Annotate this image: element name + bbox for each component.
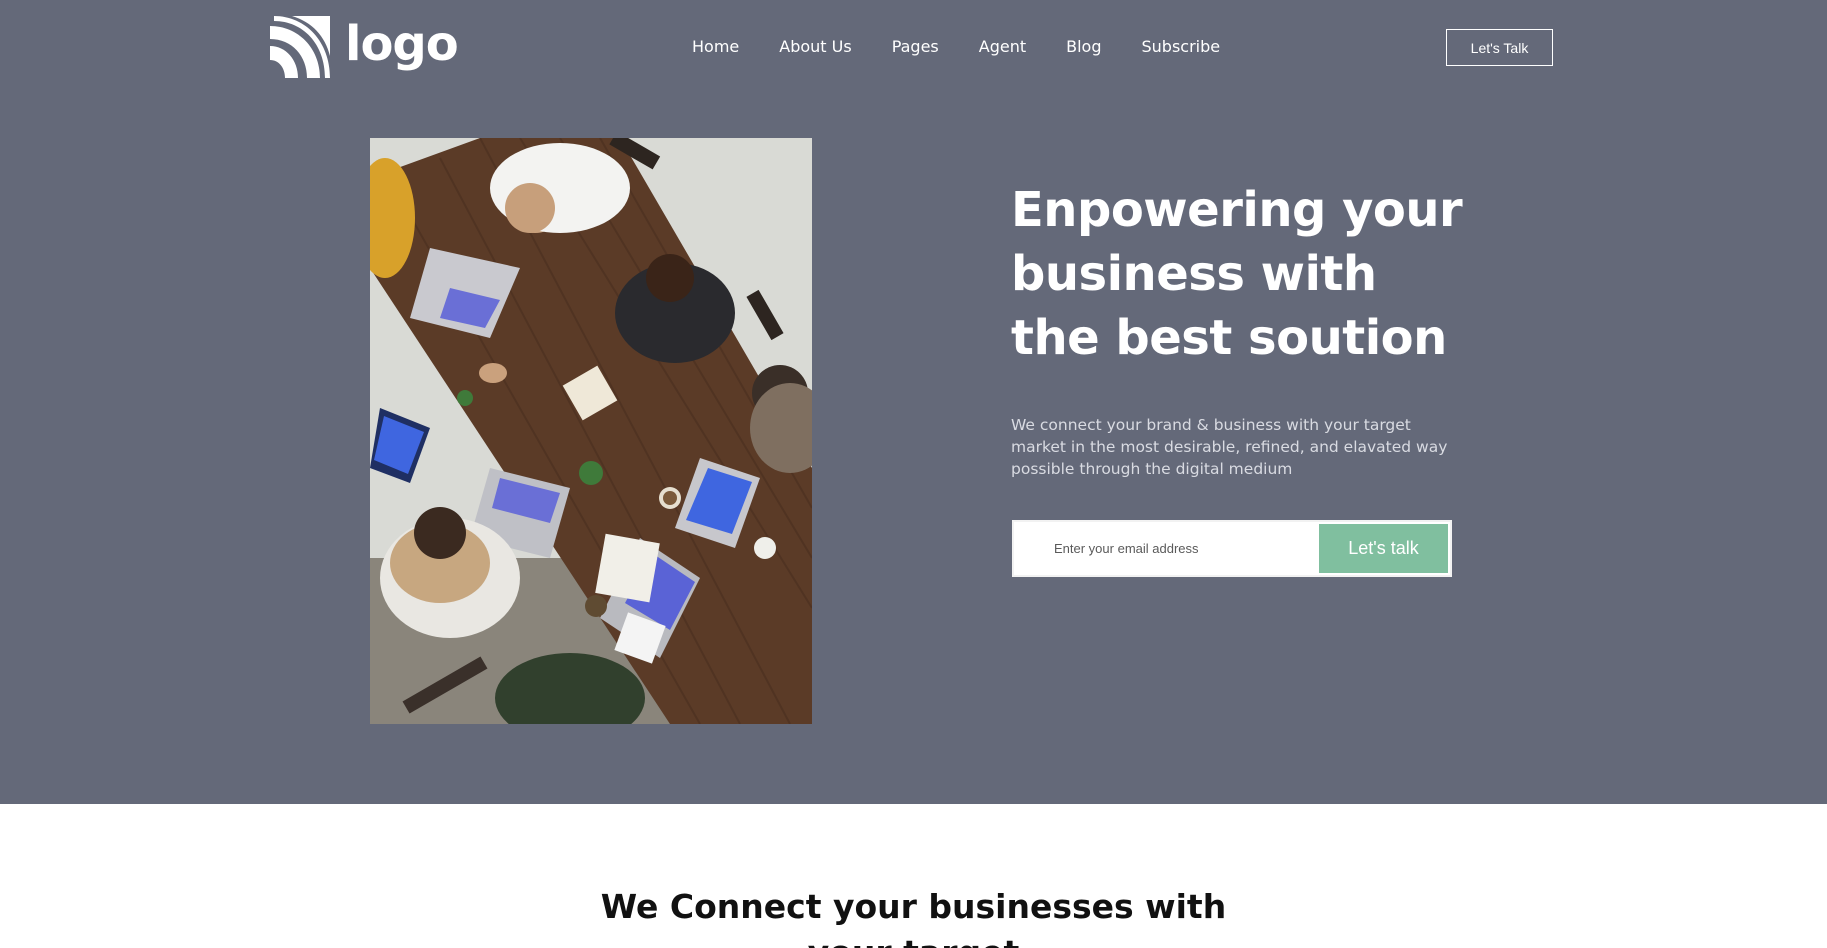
- hero-title: Enpowering your business with the best s…: [1011, 182, 1463, 366]
- email-signup-form: Let's talk: [1012, 520, 1452, 577]
- team-meeting-photo-icon: [370, 138, 812, 724]
- hero-subtitle: We connect your brand & business with yo…: [1011, 416, 1448, 478]
- logo-text: logo: [345, 16, 459, 72]
- logo[interactable]: logo: [270, 16, 459, 78]
- lets-talk-header-button[interactable]: Let's Talk: [1446, 29, 1553, 66]
- main-nav: Home About Us Pages Agent Blog Subscribe: [692, 36, 1220, 58]
- nav-about-us[interactable]: About Us: [779, 36, 851, 58]
- hero-section: logo Home About Us Pages Agent Blog Subs…: [0, 0, 1827, 804]
- section-title-line2: your target: [0, 930, 1827, 948]
- lets-talk-submit-button[interactable]: Let's talk: [1319, 524, 1448, 573]
- nav-blog[interactable]: Blog: [1066, 36, 1101, 58]
- logo-mark-icon: [270, 16, 330, 78]
- nav-pages[interactable]: Pages: [892, 36, 939, 58]
- section-title-line1: We Connect your businesses with: [600, 887, 1227, 926]
- nav-subscribe[interactable]: Subscribe: [1142, 36, 1221, 58]
- nav-home[interactable]: Home: [692, 36, 739, 58]
- hero-image: [370, 138, 812, 724]
- nav-agent[interactable]: Agent: [979, 36, 1026, 58]
- email-input[interactable]: [1014, 522, 1314, 575]
- section-title: We Connect your businesses with your tar…: [0, 884, 1827, 948]
